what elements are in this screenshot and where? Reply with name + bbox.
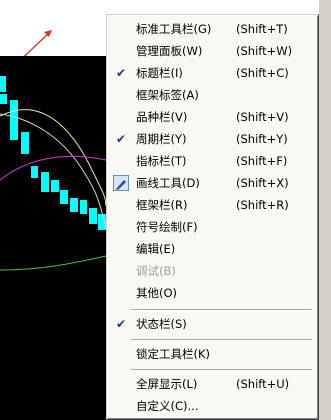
menu-item-label: 框架栏(R) [136,198,188,212]
menu-item-status-bar[interactable]: ✔ 状态栏(S) [109,313,316,335]
menu-item-fullscreen[interactable]: 全屏显示(L) (Shift+U) [109,373,316,395]
menu-item-label: 锁定工具栏(K) [136,347,211,361]
menu-item-label: 指标栏(T) [136,154,187,168]
candles [0,76,106,230]
menu-item-lock-toolbar[interactable]: 锁定工具栏(K) [109,343,316,365]
menu-item-label: 画线工具(D) [136,176,200,190]
menu-item-label: 管理面板(W) [136,44,203,58]
candle [41,172,49,192]
menu-separator [131,369,312,371]
checkmark-icon: ✔ [115,132,127,146]
menu-item-shortcut: (Shift+R) [236,198,289,212]
menu-item-debug: 调试(B) [109,260,316,282]
menu-item-shortcut: (Shift+C) [236,66,289,80]
menu-item-label: 自定义(C)... [136,399,199,413]
menu-item-customize[interactable]: 自定义(C)... [109,395,316,417]
menu-item-drawing-tools[interactable]: 画线工具(D) (Shift+X) [109,172,316,194]
menu-item-shortcut: (Shift+V) [236,110,289,124]
ma-line-green [0,255,106,271]
menu-item-shortcut: (Shift+Y) [236,132,288,146]
candle [70,198,78,212]
menu-item-label: 状态栏(S) [136,317,187,331]
candle [0,94,7,104]
menu-item-edit[interactable]: 编辑(E) [109,238,316,260]
menu-item-shortcut: (Shift+T) [236,22,288,36]
pen-icon [113,175,129,191]
candle [60,190,68,204]
view-context-menu: 标准工具栏(G) (Shift+T) 管理面板(W) (Shift+W) ✔ 标… [106,14,319,420]
ma-line-magenta [0,155,106,181]
menu-item-frame-tabs[interactable]: 框架标签(A) [109,84,316,106]
menu-item-label: 标准工具栏(G) [136,22,212,36]
right-scrollbar-strip [318,0,331,420]
menu-item-other[interactable]: 其他(O) [109,282,316,304]
menu-item-label: 编辑(E) [136,242,176,256]
menu-item-shortcut: (Shift+U) [236,377,290,391]
menu-separator [131,309,312,311]
menu-item-label: 标题栏(I) [136,66,183,80]
menu-item-label: 品种栏(V) [136,110,188,124]
menu-item-symbol-drawing[interactable]: 符号绘制(F) [109,216,316,238]
menu-item-symbol-bar[interactable]: 品种栏(V) (Shift+V) [109,106,316,128]
menu-item-label: 全屏显示(L) [136,377,198,391]
menu-separator [131,339,312,341]
menu-item-shortcut: (Shift+X) [236,176,289,190]
candle [89,208,97,224]
stock-chart-background [0,56,106,420]
candle [10,100,18,140]
menu-item-label: 其他(O) [136,286,178,300]
checkmark-icon: ✔ [115,317,127,331]
menu-item-shortcut: (Shift+F) [236,154,288,168]
menu-item-title-bar[interactable]: ✔ 标题栏(I) (Shift+C) [109,62,316,84]
candle [80,200,87,214]
checkmark-icon: ✔ [115,66,127,80]
menu-item-management-panel[interactable]: 管理面板(W) (Shift+W) [109,40,316,62]
menu-item-label: 框架标签(A) [136,88,199,102]
candle [31,166,38,178]
menu-item-period-bar[interactable]: ✔ 周期栏(Y) (Shift+Y) [109,128,316,150]
menu-item-label: 调试(B) [136,264,176,278]
candle [21,132,29,154]
candle [51,180,59,192]
menu-item-standard-toolbar[interactable]: 标准工具栏(G) (Shift+T) [109,18,316,40]
menu-item-label: 周期栏(Y) [136,132,187,146]
menu-item-indicator-bar[interactable]: 指标栏(T) (Shift+F) [109,150,316,172]
menu-item-shortcut: (Shift+W) [236,44,293,58]
candle [0,76,6,92]
menu-item-frame-bar[interactable]: 框架栏(R) (Shift+R) [109,194,316,216]
menu-item-label: 符号绘制(F) [136,220,198,234]
